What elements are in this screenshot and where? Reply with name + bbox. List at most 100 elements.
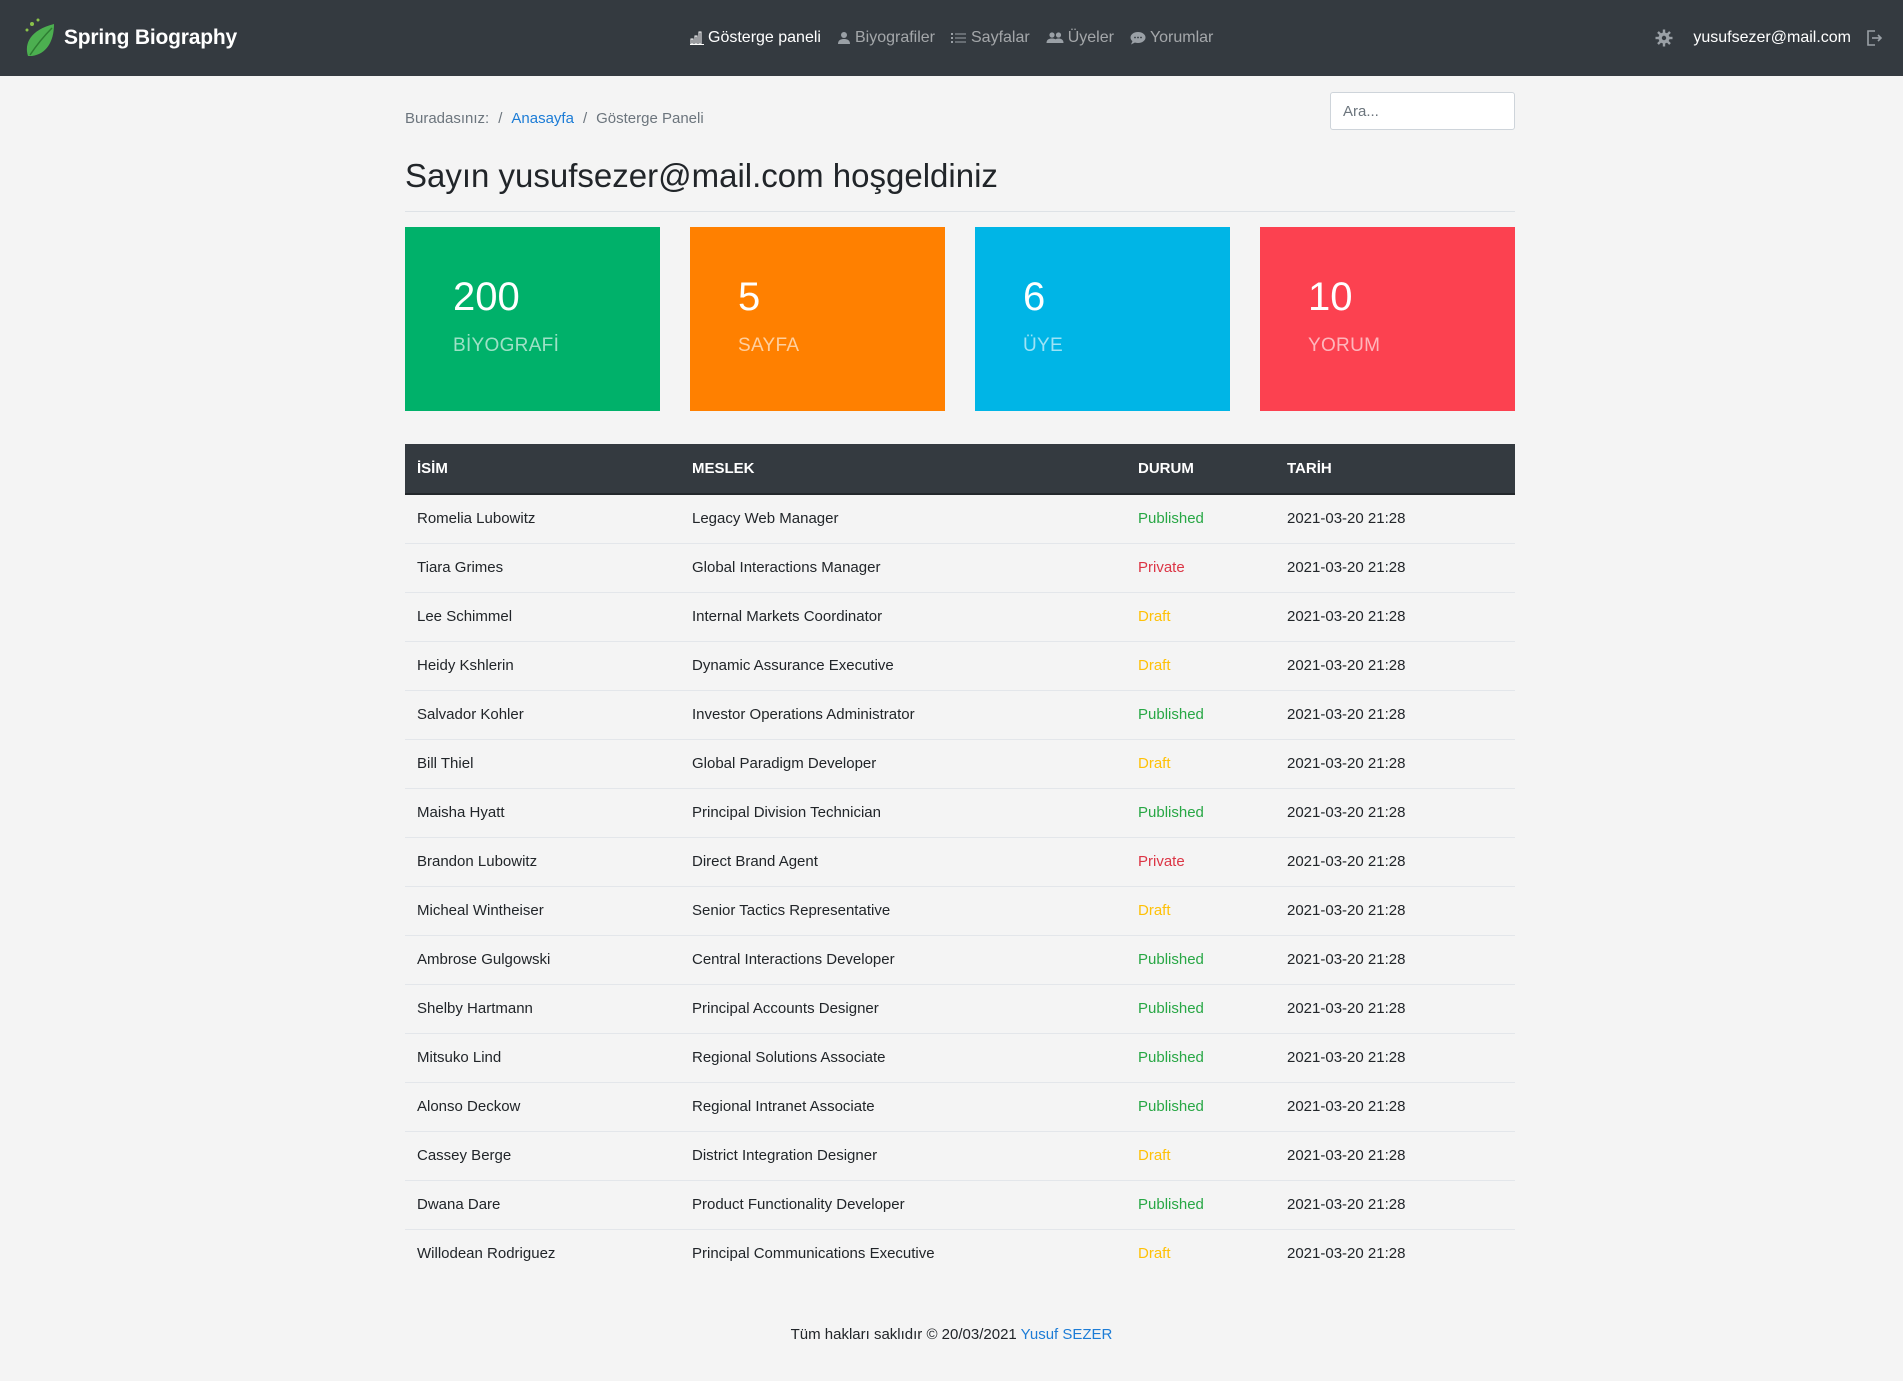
cell-date: 2021-03-20 21:28 xyxy=(1275,886,1515,936)
cell-status: Private xyxy=(1126,837,1275,887)
cell-name: Alonso Deckow xyxy=(405,1082,680,1132)
table-row[interactable]: Salvador Kohler Investor Operations Admin… xyxy=(405,690,1515,740)
page-title: Sayın yusufsezer@mail.com hoşgeldiniz xyxy=(405,156,1515,212)
stat-label: YORUM xyxy=(1308,335,1381,356)
nav-item-label: Biyografiler xyxy=(854,29,935,46)
bar-chart-icon xyxy=(690,31,704,45)
stat-card-members[interactable]: 6 ÜYE xyxy=(975,227,1230,411)
gear-icon[interactable] xyxy=(1655,29,1673,47)
stat-value: 200 xyxy=(453,275,520,319)
cell-date: 2021-03-20 21:28 xyxy=(1275,1180,1515,1230)
column-header-name[interactable]: İSİM xyxy=(405,444,680,495)
cell-status: Published xyxy=(1126,494,1275,544)
column-header-status[interactable]: DURUM xyxy=(1126,444,1275,495)
brand[interactable]: Spring Biography xyxy=(22,16,237,60)
cell-status: Published xyxy=(1126,690,1275,740)
cell-name: Micheal Wintheiser xyxy=(405,886,680,936)
search-input[interactable] xyxy=(1330,92,1515,130)
table-row[interactable]: Brandon Lubowitz Direct Brand Agent Privat… xyxy=(405,837,1515,887)
cell-name: Willodean Rodriguez xyxy=(417,1245,556,1263)
table-row[interactable]: Lee Schimmel Internal Markets Coordinator… xyxy=(405,592,1515,642)
table-row[interactable]: Shelby Hartmann Principal Accounts Design… xyxy=(405,984,1515,1034)
cell-status: Published xyxy=(1126,935,1275,985)
biography-table: İSİM MESLEK DURUM TARİH Romelia Lubowitz… xyxy=(405,444,1515,1278)
table-row[interactable]: Alonso Deckow Regional Intranet Associate… xyxy=(405,1082,1515,1132)
cell-status: Draft xyxy=(1126,641,1275,691)
table-body: Romelia Lubowitz Legacy Web Manager Publis… xyxy=(405,494,1515,1278)
breadcrumb-current: Gösterge Paneli xyxy=(596,109,704,127)
list-icon xyxy=(951,33,966,43)
cell-date: 2021-03-20 21:28 xyxy=(1275,543,1515,593)
cell-job: Central Interactions Developer xyxy=(680,935,1126,985)
cell-job: Principal Communications Executive xyxy=(692,1245,935,1263)
table-row[interactable]: Dwana Dare Product Functionality Develope… xyxy=(405,1180,1515,1230)
column-header-date[interactable]: TARİH xyxy=(1275,444,1515,495)
cell-job: Legacy Web Manager xyxy=(680,494,1126,544)
cell-job: Senior Tactics Representative xyxy=(680,886,1126,936)
cell-job: Product Functionality Developer xyxy=(680,1180,1126,1230)
column-header-job[interactable]: MESLEK xyxy=(680,444,1126,495)
nav-item-biographies[interactable]: Biyografiler xyxy=(837,29,935,47)
logout-icon[interactable] xyxy=(1865,29,1883,47)
cell-status: Draft xyxy=(1126,592,1275,642)
cell-name: Salvador Kohler xyxy=(405,690,680,740)
person-icon xyxy=(837,32,850,44)
cell-status: Draft xyxy=(1126,739,1275,789)
top-navbar: Spring Biography Gösterge paneli Biyogra… xyxy=(0,0,1903,76)
cell-job: Global Paradigm Developer xyxy=(680,739,1126,789)
table-row[interactable]: Mitsuko Lind Regional Solutions Associate… xyxy=(405,1033,1515,1083)
nav-item-dashboard[interactable]: Gösterge paneli xyxy=(690,29,821,47)
breadcrumb-home-link[interactable]: Anasayfa xyxy=(511,110,574,127)
breadcrumb-separator: / xyxy=(582,109,588,127)
stat-cards: 200 BİYOGRAFİ 5 SAYFA 6 ÜYE 10 YORUM xyxy=(405,227,1515,411)
nav-item-label: Yorumlar xyxy=(1149,29,1214,46)
cell-date: 2021-03-20 21:28 xyxy=(1275,1131,1515,1181)
nav-user-area: yusufsezer@mail.com xyxy=(1655,0,1903,76)
nav-item-members[interactable]: Üyeler xyxy=(1046,29,1114,47)
table-header-row: İSİM MESLEK DURUM TARİH xyxy=(405,444,1515,495)
table-row[interactable]: Heidy Kshlerin Dynamic Assurance Executiv… xyxy=(405,641,1515,691)
cell-date: 2021-03-20 21:28 xyxy=(1275,592,1515,642)
stat-card-comments[interactable]: 10 YORUM xyxy=(1260,227,1515,411)
cell-status: Published xyxy=(1126,788,1275,838)
cell-job: Direct Brand Agent xyxy=(680,837,1126,887)
stat-card-biographies[interactable]: 200 BİYOGRAFİ xyxy=(405,227,660,411)
stat-label: BİYOGRAFİ xyxy=(453,335,560,356)
brand-name: Spring Biography xyxy=(64,26,237,49)
table-row[interactable]: Tiara Grimes Global Interactions Manager P… xyxy=(405,543,1515,593)
cell-date: 2021-03-20 21:28 xyxy=(1275,1082,1515,1132)
nav-item-comments[interactable]: Yorumlar xyxy=(1130,29,1213,47)
table-row[interactable]: Willodean Rodriguez Principal Communicati… xyxy=(405,1229,1515,1278)
nav-item-label: Sayfalar xyxy=(971,29,1030,46)
stat-value: 5 xyxy=(738,275,761,319)
cell-name: Bill Thiel xyxy=(405,739,680,789)
cell-status: Draft xyxy=(1138,1245,1171,1263)
stat-value: 10 xyxy=(1308,275,1353,319)
footer-copyright: Tüm hakları saklıdır © 20/03/2021 xyxy=(790,1326,1017,1343)
nav-item-pages[interactable]: Sayfalar xyxy=(951,29,1030,47)
cell-status: Published xyxy=(1126,1180,1275,1230)
breadcrumb: Buradasınız: / Anasayfa / Gösterge Panel… xyxy=(405,106,704,130)
table-row[interactable]: Micheal Wintheiser Senior Tactics Represe… xyxy=(405,886,1515,936)
nav-item-label: Üyeler xyxy=(1067,29,1114,46)
leaf-logo-icon xyxy=(25,18,54,56)
cell-name: Heidy Kshlerin xyxy=(405,641,680,691)
stat-card-pages[interactable]: 5 SAYFA xyxy=(690,227,945,411)
table-row[interactable]: Romelia Lubowitz Legacy Web Manager Publis… xyxy=(405,494,1515,544)
cell-name: Cassey Berge xyxy=(405,1131,680,1181)
table-row[interactable]: Maisha Hyatt Principal Division Technicia… xyxy=(405,788,1515,838)
cell-date: 2021-03-20 21:28 xyxy=(1275,494,1515,544)
footer: Tüm hakları saklıdır © 20/03/2021 Yusuf … xyxy=(0,1326,1903,1343)
cell-status: Private xyxy=(1126,543,1275,593)
table-row[interactable]: Bill Thiel Global Paradigm Developer Draft… xyxy=(405,739,1515,789)
cell-name: Ambrose Gulgowski xyxy=(405,935,680,985)
cell-job: Dynamic Assurance Executive xyxy=(680,641,1126,691)
cell-date: 2021-03-20 21:28 xyxy=(1275,984,1515,1034)
cell-job: Global Interactions Manager xyxy=(680,543,1126,593)
footer-author-link[interactable]: Yusuf SEZER xyxy=(1021,1326,1113,1343)
cell-job: Regional Intranet Associate xyxy=(680,1082,1126,1132)
table-row[interactable]: Cassey Berge District Integration Designe… xyxy=(405,1131,1515,1181)
cell-date: 2021-03-20 21:28 xyxy=(1275,641,1515,691)
table-row[interactable]: Ambrose Gulgowski Central Interactions De… xyxy=(405,935,1515,985)
user-email-link[interactable]: yusufsezer@mail.com xyxy=(1693,29,1851,47)
